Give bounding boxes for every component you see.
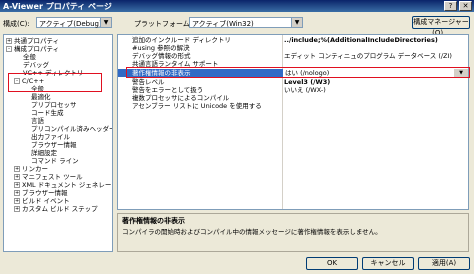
description-text: コンパイラの開始時およびコンパイル中の情報メッセージに著作権情報を表示しません。 bbox=[122, 228, 382, 236]
highlight-box bbox=[126, 67, 470, 78]
config-manager-button[interactable]: 構成マネージャー(O)... bbox=[412, 16, 470, 37]
chevron-down-icon: ▼ bbox=[291, 18, 302, 27]
tree-item-config-properties[interactable]: - 構成プロパティ bbox=[6, 45, 59, 53]
tree-item-command-line[interactable]: コマンド ライン bbox=[31, 157, 79, 165]
config-label: 構成(C): bbox=[3, 20, 30, 28]
highlight-box bbox=[8, 73, 102, 92]
tree-item-linker[interactable]: + リンカー bbox=[14, 165, 48, 173]
expand-icon[interactable]: + bbox=[14, 206, 20, 212]
tree-item-advanced[interactable]: 詳細設定 bbox=[31, 149, 57, 157]
description-title: 著作権情報の非表示 bbox=[122, 217, 185, 225]
expand-icon[interactable]: + bbox=[14, 198, 20, 204]
ok-button[interactable]: OK bbox=[306, 257, 358, 270]
tree-item-preprocessor[interactable]: プリプロセッサ bbox=[31, 101, 77, 109]
config-value: アクティブ(Debug) bbox=[39, 20, 102, 28]
tree-item-language[interactable]: 言語 bbox=[31, 117, 44, 125]
platform-value: アクティブ(Win32) bbox=[192, 20, 254, 28]
grid-row[interactable]: デバッグ情報の形式 エディット コンティニュのプログラム データベース (/ZI) bbox=[118, 52, 468, 60]
tree-item-debug[interactable]: デバッグ bbox=[23, 61, 49, 69]
tree-item-xml-doc-generator[interactable]: +XML ドキュメント ジェネレーター bbox=[14, 181, 112, 189]
expand-icon[interactable]: + bbox=[14, 174, 20, 180]
tree-item-optimization[interactable]: 最適化 bbox=[31, 93, 51, 101]
property-grid: 追加のインクルード ディレクトリ ../include;%(AdditionalI… bbox=[117, 34, 469, 210]
grid-row[interactable]: アセンブラー リストに Unicode を使用する bbox=[118, 102, 468, 110]
description-panel: 著作権情報の非表示 コンパイラの開始時およびコンパイル中の情報メッセージに著作権… bbox=[117, 213, 469, 252]
tree-item-browse-info[interactable]: ブラウザー情報 bbox=[31, 141, 77, 149]
expand-icon[interactable]: + bbox=[14, 166, 20, 172]
grid-row[interactable]: 追加のインクルード ディレクトリ ../include;%(AdditionalI… bbox=[118, 36, 468, 44]
cancel-button[interactable]: キャンセル bbox=[362, 257, 414, 270]
tree-item-output-files[interactable]: 出力ファイル bbox=[31, 133, 70, 141]
tree-item-precompiled-headers[interactable]: プリコンパイル済みヘッダー bbox=[31, 125, 112, 133]
property-tree: + 共通プロパティ - 構成プロパティ 全般 デバッグ VC++ ディレクトリ -C… bbox=[3, 34, 113, 252]
apply-button[interactable]: 適用(A) bbox=[418, 257, 470, 270]
tree-item-code-generation[interactable]: コード生成 bbox=[31, 109, 64, 117]
platform-dropdown[interactable]: アクティブ(Win32) ▼ bbox=[189, 17, 303, 28]
config-dropdown[interactable]: アクティブ(Debug) ▼ bbox=[36, 17, 112, 28]
expand-icon[interactable]: + bbox=[6, 38, 12, 44]
tree-item-general[interactable]: 全般 bbox=[23, 53, 36, 61]
chevron-down-icon: ▼ bbox=[100, 18, 111, 27]
expand-icon[interactable]: + bbox=[14, 190, 20, 196]
grid-row[interactable]: 複数プロセッサによるコンパイル bbox=[118, 94, 468, 102]
help-button[interactable]: ? bbox=[444, 1, 457, 11]
title-bar: A-Viewer プロパティ ページ ? ✕ bbox=[0, 0, 474, 12]
tree-item-browser-info[interactable]: + ブラウザー情報 bbox=[14, 189, 68, 197]
grid-row[interactable]: 警告をエラーとして扱う いいえ (/WX-) bbox=[118, 86, 468, 94]
tree-item-common-properties[interactable]: + 共通プロパティ bbox=[6, 37, 59, 45]
tree-item-manifest-tool[interactable]: + マニフェスト ツール bbox=[14, 173, 83, 181]
grid-row[interactable]: 警告レベル Level3 (/W3) bbox=[118, 78, 468, 86]
collapse-icon[interactable]: - bbox=[6, 46, 12, 52]
tree-item-custom-build-step[interactable]: + カスタム ビルド ステップ bbox=[14, 205, 98, 213]
close-button[interactable]: ✕ bbox=[459, 1, 472, 11]
tree-item-build-events[interactable]: + ビルド イベント bbox=[14, 197, 70, 205]
expand-icon[interactable]: + bbox=[14, 182, 20, 188]
window-title: A-Viewer プロパティ ページ bbox=[3, 2, 112, 11]
grid-row[interactable]: #using 参照の解決 bbox=[118, 44, 468, 52]
